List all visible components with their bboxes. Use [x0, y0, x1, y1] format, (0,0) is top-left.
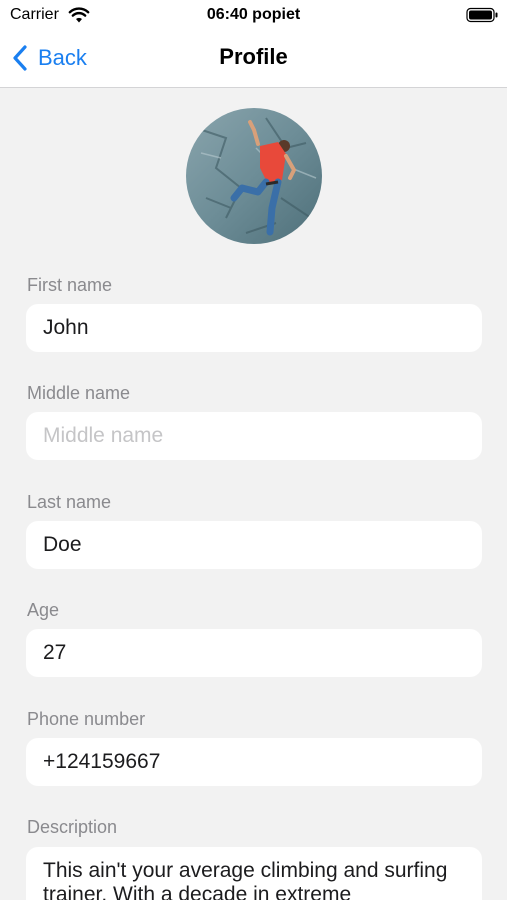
top-bar: Carrier 06:40 popiet Back Profile	[0, 0, 507, 88]
avatar-photo	[186, 108, 322, 244]
status-time: 06:40 popiet	[206, 6, 301, 23]
navigation-bar: Back Profile	[0, 30, 507, 88]
first-name-field[interactable]	[26, 304, 482, 352]
last-name-label: Last name	[27, 492, 112, 512]
phone-number-field[interactable]	[26, 738, 482, 786]
age-field[interactable]	[26, 629, 482, 677]
phone-number-label: Phone number	[27, 709, 146, 729]
age-label: Age	[27, 600, 60, 620]
last-name-field[interactable]	[26, 521, 482, 569]
status-bar: Carrier 06:40 popiet	[0, 0, 507, 30]
first-name-label: First name	[27, 275, 113, 295]
description-label: Description	[27, 817, 118, 837]
middle-name-field[interactable]	[26, 412, 482, 460]
description-field[interactable]: This ain't your average climbing and sur…	[26, 847, 482, 900]
page-title: Profile	[219, 44, 288, 69]
middle-name-label: Middle name	[27, 383, 131, 403]
battery-icon	[466, 7, 498, 23]
avatar[interactable]	[186, 108, 322, 244]
